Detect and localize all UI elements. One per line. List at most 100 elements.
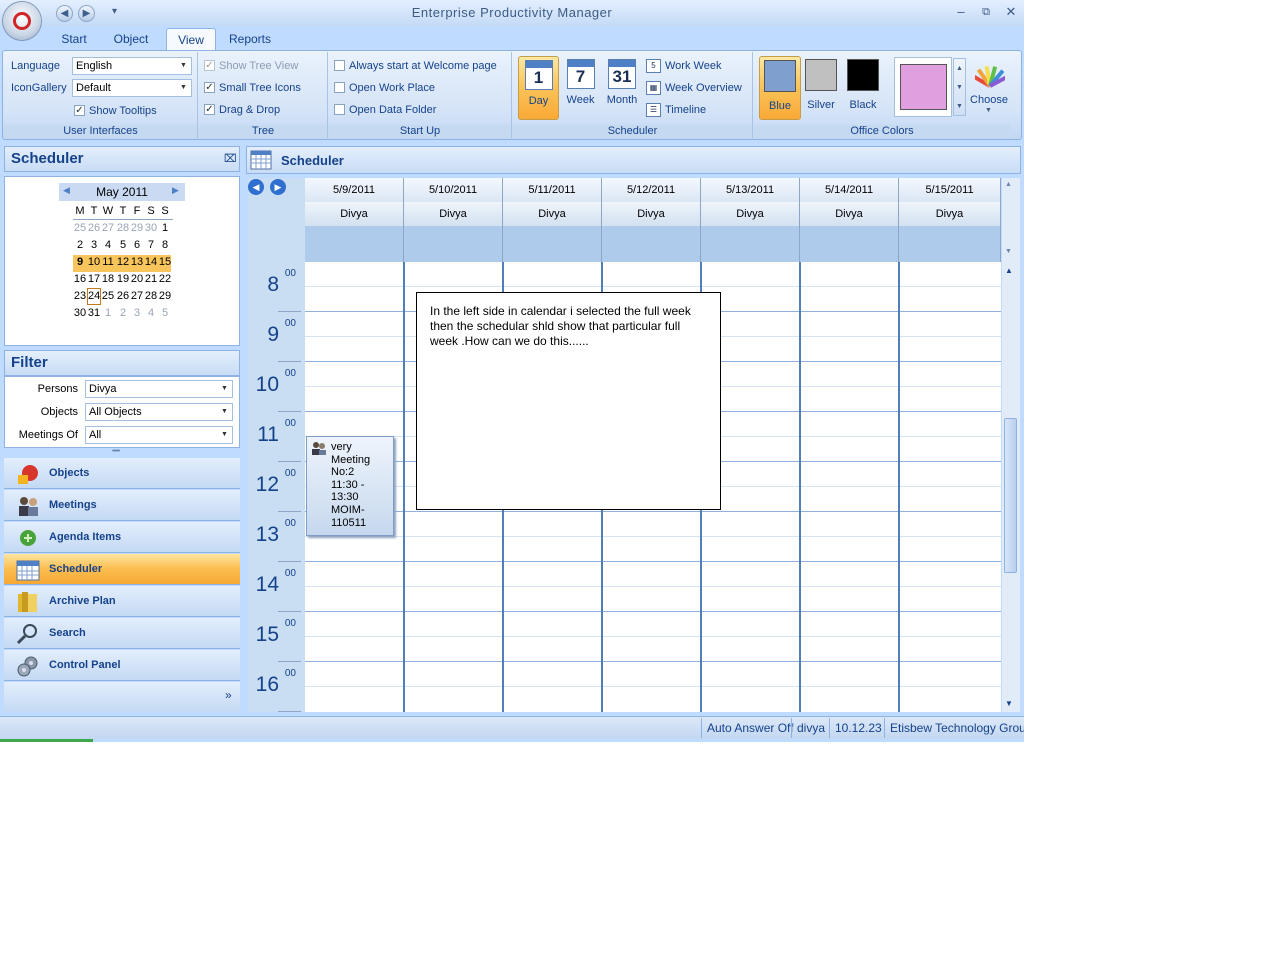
drag-drop-checkbox[interactable]: ✓: [204, 104, 215, 115]
all-day-cell[interactable]: [701, 226, 800, 262]
all-day-cell[interactable]: [305, 226, 404, 262]
mini-calendar-day[interactable]: 4: [144, 305, 158, 322]
mini-calendar-day[interactable]: 21: [144, 271, 158, 288]
prev-month-icon[interactable]: ◀: [63, 185, 70, 196]
work-week-button[interactable]: Work Week: [665, 60, 721, 72]
all-day-cell[interactable]: [404, 226, 503, 262]
mini-calendar-day[interactable]: 25: [73, 220, 87, 237]
auto-answer-status[interactable]: Auto Answer Off: [701, 718, 799, 738]
mini-calendar-day[interactable]: 1: [158, 220, 172, 237]
mini-calendar-day[interactable]: 15: [158, 254, 172, 271]
day-header-date[interactable]: 5/9/2011: [305, 178, 404, 202]
all-day-cell[interactable]: [800, 226, 899, 262]
mini-calendar-day[interactable]: 16: [73, 271, 87, 288]
mini-calendar-day[interactable]: 28: [144, 288, 158, 305]
mini-calendar-day[interactable]: 6: [130, 237, 144, 254]
mini-calendar-day[interactable]: 7: [144, 237, 158, 254]
next-period-icon[interactable]: ▶: [270, 179, 286, 195]
week-view-button[interactable]: 7 Week: [561, 56, 600, 120]
mini-calendar-day[interactable]: 14: [144, 254, 158, 271]
mini-calendar-day[interactable]: 25: [101, 288, 115, 305]
open-data-folder-checkbox[interactable]: [334, 104, 345, 115]
mini-calendar-day[interactable]: 23: [73, 288, 87, 305]
mini-calendar-day[interactable]: 2: [73, 237, 87, 254]
mini-calendar-day[interactable]: 24: [87, 288, 101, 305]
open-work-place-checkbox[interactable]: [334, 82, 345, 93]
day-header-date[interactable]: 5/11/2011: [503, 178, 602, 202]
mini-calendar-day[interactable]: 22: [158, 271, 172, 288]
mini-calendar-day[interactable]: 19: [116, 271, 130, 288]
minimize-icon[interactable]: –: [951, 4, 971, 20]
close-icon[interactable]: ✕: [1001, 4, 1021, 20]
mini-calendar-day[interactable]: 4: [101, 237, 115, 254]
forward-icon[interactable]: ▶: [78, 5, 95, 22]
silver-theme-button[interactable]: Silver: [802, 56, 840, 120]
mini-calendar-day[interactable]: 8: [158, 237, 172, 254]
application-menu-button[interactable]: [3, 2, 41, 40]
blue-theme-button[interactable]: Blue: [759, 56, 801, 120]
mini-calendar-day[interactable]: 5: [158, 305, 172, 322]
scroll-up-icon[interactable]: ▲: [1005, 266, 1013, 275]
day-header-date[interactable]: 5/15/2011: [899, 178, 1001, 202]
mini-calendar-day[interactable]: 29: [158, 288, 172, 305]
day-view-button[interactable]: 1 Day: [518, 56, 559, 120]
mini-calendar-day[interactable]: 26: [116, 288, 130, 305]
nav-agenda-items[interactable]: Agenda Items: [4, 522, 240, 553]
mini-calendar-day[interactable]: 3: [87, 237, 101, 254]
all-day-cell[interactable]: [503, 226, 602, 262]
custom-color-swatch[interactable]: [900, 64, 947, 110]
mini-calendar-day[interactable]: 3: [130, 305, 144, 322]
scroll-down-icon[interactable]: ▼: [1005, 699, 1013, 708]
language-select[interactable]: English ▼: [72, 57, 192, 75]
choose-color-button[interactable]: Choose: [969, 94, 1009, 106]
mini-calendar-day[interactable]: 18: [101, 271, 115, 288]
mini-calendar-day[interactable]: 5: [116, 237, 130, 254]
scroll-thumb[interactable]: [1004, 418, 1017, 573]
prev-period-icon[interactable]: ◀: [248, 179, 264, 195]
mini-calendar-day[interactable]: 28: [116, 220, 130, 237]
timeline-button[interactable]: Timeline: [665, 104, 706, 116]
icon-gallery-select[interactable]: Default ▼: [72, 79, 192, 97]
mini-calendar-day[interactable]: 9: [73, 254, 87, 271]
nav-meetings[interactable]: Meetings: [4, 490, 240, 521]
scroll-up-icon[interactable]: ▲: [1005, 181, 1012, 188]
mini-calendar-day[interactable]: 17: [87, 271, 101, 288]
nav-scheduler[interactable]: Scheduler: [4, 554, 240, 585]
all-day-cell[interactable]: [602, 226, 701, 262]
black-theme-button[interactable]: Black: [844, 56, 882, 120]
mini-calendar-day[interactable]: 27: [101, 220, 115, 237]
month-view-button[interactable]: 31 Month: [602, 56, 642, 120]
mini-calendar-day[interactable]: 1: [101, 305, 115, 322]
mini-calendar-day[interactable]: 13: [130, 254, 144, 271]
gallery-scroll[interactable]: ▲ ▼ ▼: [953, 58, 966, 116]
appointment[interactable]: very Meeting No:2 11:30 - 13:30 MOIM- 11…: [306, 436, 394, 536]
nav-search[interactable]: Search: [4, 618, 240, 649]
persons-select[interactable]: Divya ▼: [85, 380, 233, 398]
mini-calendar-day[interactable]: 30: [73, 305, 87, 322]
splitter-grip[interactable]: •••••: [112, 448, 132, 455]
mini-calendar-day[interactable]: 2: [116, 305, 130, 322]
mini-calendar-day[interactable]: 29: [130, 220, 144, 237]
day-header-date[interactable]: 5/10/2011: [404, 178, 503, 202]
mini-calendar-day[interactable]: 12: [116, 254, 130, 271]
expand-nav-icon[interactable]: »: [225, 688, 232, 702]
small-tree-icons-checkbox[interactable]: ✓: [204, 82, 215, 93]
tab-reports[interactable]: Reports: [225, 28, 275, 50]
all-day-cell[interactable]: [899, 226, 1001, 262]
mini-calendar-day[interactable]: 10: [87, 254, 101, 271]
tab-object[interactable]: Object: [109, 28, 153, 50]
day-header-date[interactable]: 5/14/2011: [800, 178, 899, 202]
always-start-welcome-checkbox[interactable]: [334, 60, 345, 71]
day-header-date[interactable]: 5/12/2011: [602, 178, 701, 202]
show-tree-view-checkbox[interactable]: ✓: [204, 60, 215, 71]
custom-color-gallery[interactable]: [894, 57, 952, 117]
week-overview-button[interactable]: Week Overview: [665, 82, 742, 94]
nav-control-panel[interactable]: Control Panel: [4, 650, 240, 681]
next-month-icon[interactable]: ▶: [172, 185, 179, 196]
restore-icon[interactable]: ⧉: [976, 4, 996, 20]
mini-calendar-day[interactable]: 31: [87, 305, 101, 322]
nav-archive-plan[interactable]: Archive Plan: [4, 586, 240, 617]
mini-calendar-day[interactable]: 26: [87, 220, 101, 237]
mini-calendar-day[interactable]: 27: [130, 288, 144, 305]
back-icon[interactable]: ◀: [56, 5, 73, 22]
